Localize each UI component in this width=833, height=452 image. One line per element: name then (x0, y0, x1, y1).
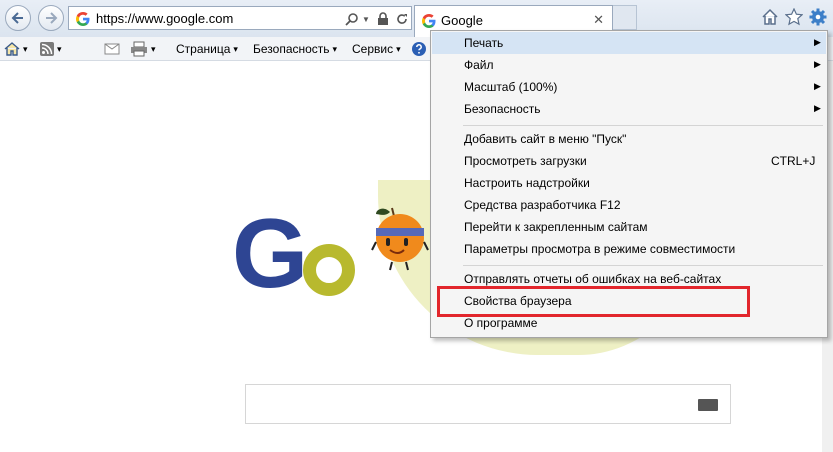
menu-item-shortcut: CTRL+J (771, 154, 816, 168)
printer-icon (131, 41, 147, 57)
cmd-print-button[interactable]: ▾ (130, 41, 156, 57)
google-doodle-letter-g-icon[interactable]: G (232, 204, 308, 302)
menu-item-safety[interactable]: Безопасность ▶ (432, 98, 826, 120)
new-tab-button[interactable] (613, 5, 637, 30)
caret-icon: ▾ (23, 43, 28, 54)
menu-item-dev-tools[interactable]: Средства разработчика F12 (432, 194, 826, 216)
menu-item-pinned-sites[interactable]: Перейти к закрепленным сайтам (432, 216, 826, 238)
google-favicon-icon (76, 12, 90, 26)
caret-icon: ▾ (57, 43, 62, 54)
submenu-arrow-icon: ▶ (814, 103, 821, 113)
favorites-star-icon[interactable] (785, 8, 803, 26)
cmd-page-menu[interactable]: Страница ▾ (176, 41, 238, 57)
menu-item-label: Средства разработчика F12 (464, 198, 621, 212)
menu-item-label: Отправлять отчеты об ошибках на веб-сайт… (464, 272, 722, 286)
menu-item-print[interactable]: Печать ▶ (432, 32, 826, 54)
menu-separator (463, 265, 823, 266)
cmd-feeds-button[interactable]: ▾ (40, 41, 62, 57)
rss-feed-icon (40, 42, 54, 56)
dropdown-chevron-icon[interactable]: ▼ (362, 11, 370, 27)
caret-icon: ▾ (396, 43, 401, 54)
menu-item-compat-view[interactable]: Параметры просмотра в режиме совместимос… (432, 238, 826, 260)
tab-title: Google (441, 13, 483, 28)
caret-icon: ▾ (233, 43, 238, 54)
back-arrow-icon (11, 12, 23, 24)
mail-icon (104, 43, 120, 55)
gear-icon[interactable] (809, 8, 827, 26)
menu-item-label: Настроить надстройки (464, 176, 590, 190)
keyboard-icon[interactable] (698, 399, 718, 411)
submenu-arrow-icon: ▶ (814, 81, 821, 91)
google-tab-favicon-icon (422, 14, 436, 28)
address-bar[interactable]: https://www.google.com ▼ (68, 6, 412, 30)
address-url: https://www.google.com (96, 11, 234, 26)
menu-item-file[interactable]: Файл ▶ (432, 54, 826, 76)
orange-character-doodle-icon[interactable] (370, 206, 430, 272)
home-small-icon (4, 42, 20, 56)
submenu-arrow-icon: ▶ (814, 59, 821, 69)
tab-close-icon[interactable]: ✕ (593, 12, 604, 28)
refresh-icon[interactable] (395, 11, 409, 27)
cmd-mail-button[interactable] (104, 41, 120, 57)
cmd-tools-menu[interactable]: Сервис ▾ (352, 41, 401, 57)
menu-item-label: Добавить сайт в меню "Пуск" (464, 132, 627, 146)
forward-arrow-icon (46, 12, 58, 24)
forward-button[interactable] (38, 5, 64, 31)
cmd-tools-label: Сервис (352, 42, 394, 56)
search-icon[interactable] (345, 11, 359, 27)
google-doodle-letter-o-icon[interactable] (303, 244, 355, 296)
home-icon[interactable] (761, 8, 779, 26)
menu-item-label: Просмотреть загрузки (464, 154, 587, 168)
cmd-home-button[interactable]: ▾ (4, 41, 28, 57)
highlight-annotation-box (437, 286, 750, 317)
menu-item-label: Безопасность (464, 102, 541, 116)
menu-item-label: О программе (464, 316, 538, 330)
help-icon (412, 42, 426, 56)
menu-separator (463, 125, 823, 126)
menu-item-label: Параметры просмотра в режиме совместимос… (464, 242, 736, 256)
menu-item-add-to-start[interactable]: Добавить сайт в меню "Пуск" (432, 128, 826, 150)
menu-item-zoom[interactable]: Масштаб (100%) ▶ (432, 76, 826, 98)
lock-icon[interactable] (377, 11, 389, 27)
menu-item-view-downloads[interactable]: Просмотреть загрузки CTRL+J (432, 150, 826, 172)
caret-icon: ▾ (332, 43, 338, 54)
caret-icon: ▾ (151, 43, 156, 54)
menu-item-label: Печать (464, 36, 504, 50)
search-input[interactable] (245, 384, 731, 424)
menu-item-manage-addons[interactable]: Настроить надстройки (432, 172, 826, 194)
cmd-page-label: Страница (176, 42, 231, 56)
cmd-help-button[interactable] (411, 41, 427, 57)
menu-item-label: Перейти к закрепленным сайтам (464, 220, 648, 234)
back-button[interactable] (5, 5, 31, 31)
menu-item-label: Масштаб (100%) (464, 80, 558, 94)
cmd-safety-menu[interactable]: Безопасность ▾ (253, 41, 337, 57)
cmd-safety-label: Безопасность (253, 42, 330, 56)
submenu-arrow-icon: ▶ (814, 37, 821, 47)
menu-item-label: Файл (464, 58, 494, 72)
